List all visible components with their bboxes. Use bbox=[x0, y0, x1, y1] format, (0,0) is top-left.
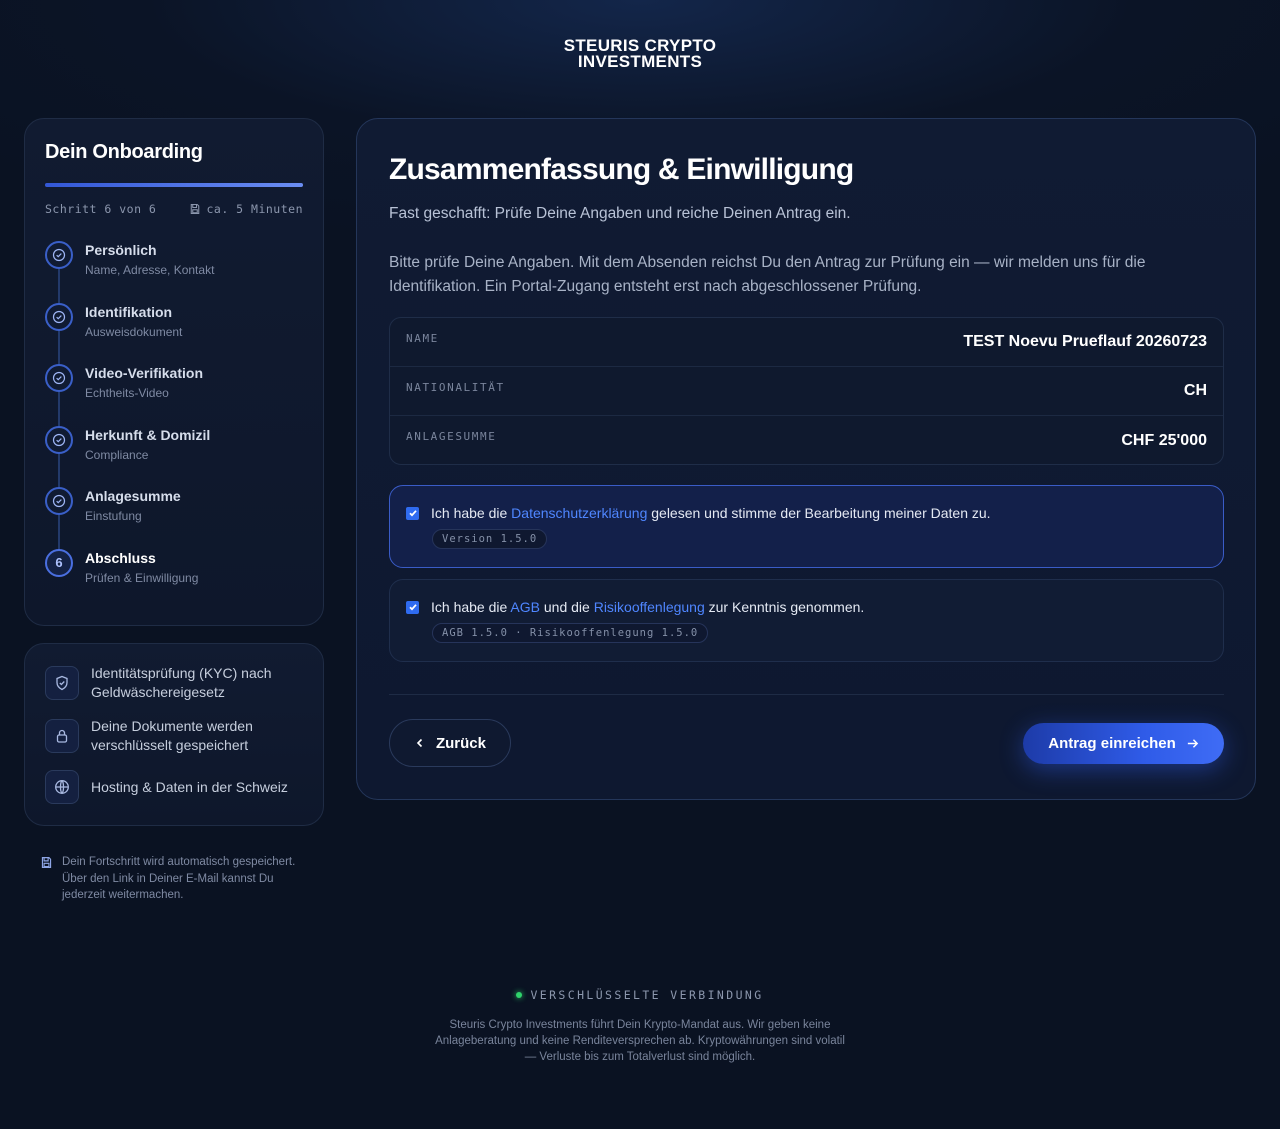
trust-text: Hosting & Daten in der Schweiz bbox=[91, 778, 288, 795]
step-abschluss[interactable]: 6 Abschluss Prüfen & Einwilligung bbox=[45, 548, 303, 611]
step-label: Identifikation bbox=[85, 303, 173, 320]
step-persoenlich[interactable]: Persönlich Name, Adresse, Kontakt bbox=[45, 241, 303, 303]
step-number-badge: 6 bbox=[45, 548, 73, 577]
step-anlagesumme[interactable]: Anlagesumme Einstufung bbox=[45, 487, 303, 549]
brand-logo: STEURIS CRYPTO INVESTMENTS bbox=[0, 37, 1280, 71]
trust-text: Identitätsprüfung (KYC) nach Geldwäscher… bbox=[91, 665, 272, 700]
back-button-label: Zurück bbox=[435, 734, 486, 752]
summary-row-amount: ANLAGESUMME CHF 25'000 bbox=[390, 416, 1223, 465]
step-label: Persönlich bbox=[85, 242, 157, 258]
onboarding-steps-card: Dein Onboarding Schritt 6 von 6 ca. 5 Mi… bbox=[24, 118, 324, 626]
checkmark-icon bbox=[408, 604, 417, 611]
page-title: Zusammenfassung & Einwilligung bbox=[389, 153, 854, 186]
secure-connection-label: VERSCHLÜSSELTE VERBINDUNG bbox=[530, 988, 764, 1002]
summary-key: ANLAGESUMME bbox=[406, 430, 497, 443]
arrow-right-icon bbox=[1187, 739, 1198, 748]
progress-bar-fill bbox=[45, 183, 303, 187]
trust-text: Deine Dokumente werden verschlüsselt ges… bbox=[91, 718, 253, 753]
save-icon bbox=[191, 203, 200, 215]
lock-icon bbox=[45, 719, 79, 753]
privacy-checkbox[interactable] bbox=[406, 506, 419, 520]
trust-item-hosting: Hosting & Daten in der Schweiz bbox=[45, 770, 305, 804]
terms-checkbox[interactable] bbox=[406, 600, 419, 614]
chevron-left-icon bbox=[416, 738, 423, 748]
autosave-text: Dein Fortschritt wird automatisch gespei… bbox=[62, 856, 296, 901]
check-circle-icon bbox=[45, 487, 73, 515]
submit-application-button[interactable]: Antrag einreichen bbox=[1023, 723, 1224, 764]
step-sublabel: Prüfen & Einwilligung bbox=[85, 570, 199, 585]
step-counter: Schritt 6 von 6 bbox=[45, 202, 157, 216]
progress-bar bbox=[45, 183, 303, 187]
summary-consent-card: Zusammenfassung & Einwilligung Fast gesc… bbox=[356, 118, 1256, 800]
privacy-policy-link[interactable]: Datenschutzerklärung bbox=[511, 505, 647, 521]
step-identifikation[interactable]: Identifikation Ausweisdokument bbox=[45, 302, 303, 365]
terms-consent-text: Ich habe die AGB und die Risikooffenlegu… bbox=[431, 599, 864, 615]
check-circle-icon bbox=[45, 425, 73, 454]
divider bbox=[389, 694, 1224, 695]
globe-icon bbox=[45, 770, 79, 804]
consent-text-suffix: zur Kenntnis genommen. bbox=[704, 599, 865, 615]
autosave-note: Dein Fortschritt wird automatisch gespei… bbox=[40, 854, 310, 904]
consent-text-middle: und die bbox=[539, 599, 594, 615]
step-label: Video-Verifikation bbox=[85, 365, 203, 381]
summary-key: NATIONALITÄT bbox=[406, 380, 505, 394]
step-label: Anlagesumme bbox=[85, 488, 181, 504]
summary-table: NAME TEST Noevu Prueflauf 20260723 NATIO… bbox=[389, 317, 1224, 465]
consent-text-prefix: Ich habe die bbox=[431, 505, 512, 521]
save-icon bbox=[41, 857, 52, 868]
summary-key: NAME bbox=[406, 331, 439, 345]
step-video-verifikation[interactable]: Video-Verifikation Echtheits-Video bbox=[45, 364, 303, 426]
step-sublabel: Compliance bbox=[85, 447, 149, 462]
step-herkunft-domizil[interactable]: Herkunft & Domizil Compliance bbox=[45, 425, 303, 488]
submit-button-label: Antrag einreichen bbox=[1048, 735, 1176, 752]
status-dot-icon bbox=[516, 992, 523, 998]
trust-item-kyc: Identitätsprüfung (KYC) nach Geldwäscher… bbox=[45, 664, 305, 702]
duration: ca. 5 Minuten bbox=[189, 202, 303, 216]
summary-value: CHF 25'000 bbox=[1121, 431, 1207, 449]
privacy-version-badge: Version 1.5.0 bbox=[432, 529, 548, 549]
summary-row-nationality: NATIONALITÄT CH bbox=[390, 367, 1223, 416]
summary-row-name: NAME TEST Noevu Prueflauf 20260723 bbox=[390, 318, 1223, 367]
footer-disclaimer: Steuris Crypto Investments führt Dein Kr… bbox=[435, 1019, 845, 1063]
page-lead: Fast geschafft: Prüfe Deine Angaben und … bbox=[389, 205, 851, 222]
trust-card: Identitätsprüfung (KYC) nach Geldwäscher… bbox=[24, 643, 324, 826]
step-label: Herkunft & Domizil bbox=[85, 426, 211, 443]
risk-disclosure-link[interactable]: Risikooffenlegung bbox=[594, 599, 705, 615]
summary-value: TEST Noevu Prueflauf 20260723 bbox=[963, 333, 1207, 350]
step-sublabel: Ausweisdokument bbox=[85, 324, 183, 339]
brand-line-2: INVESTMENTS bbox=[577, 52, 703, 71]
step-sublabel: Name, Adresse, Kontakt bbox=[85, 263, 215, 277]
back-button[interactable]: Zurück bbox=[389, 719, 511, 767]
duration-label: ca. 5 Minuten bbox=[206, 202, 303, 216]
check-circle-icon bbox=[45, 241, 73, 269]
summary-value: CH bbox=[1183, 382, 1207, 399]
consent-terms[interactable]: Ich habe die AGB und die Risikooffenlegu… bbox=[389, 579, 1224, 662]
trust-item-encryption: Deine Dokumente werden verschlüsselt ges… bbox=[45, 717, 305, 755]
check-circle-icon bbox=[45, 302, 73, 331]
agb-link[interactable]: AGB bbox=[510, 599, 540, 615]
sidebar-title: Dein Onboarding bbox=[45, 141, 203, 163]
step-label: Abschluss bbox=[85, 549, 156, 566]
step-meta: Schritt 6 von 6 ca. 5 Minuten bbox=[45, 202, 303, 216]
secure-connection-indicator: VERSCHLÜSSELTE VERBINDUNG bbox=[0, 988, 1280, 1002]
consent-privacy[interactable]: Ich habe die Datenschutzerklärung gelese… bbox=[389, 485, 1224, 568]
page-paragraph: Bitte prüfe Deine Angaben. Mit dem Absen… bbox=[389, 254, 1146, 295]
step-list: Persönlich Name, Adresse, Kontakt Identi… bbox=[45, 241, 303, 610]
privacy-consent-text: Ich habe die Datenschutzerklärung gelese… bbox=[431, 505, 991, 521]
shield-check-icon bbox=[45, 666, 79, 700]
consent-text-suffix: gelesen und stimme der Bearbeitung meine… bbox=[647, 505, 991, 521]
check-circle-icon bbox=[45, 364, 73, 392]
consent-text-prefix: Ich habe die bbox=[431, 599, 511, 615]
terms-version-badge: AGB 1.5.0 · Risikooffenlegung 1.5.0 bbox=[432, 623, 709, 643]
checkmark-icon bbox=[408, 510, 417, 517]
step-sublabel: Echtheits-Video bbox=[85, 386, 169, 400]
step-sublabel: Einstufung bbox=[85, 509, 142, 523]
